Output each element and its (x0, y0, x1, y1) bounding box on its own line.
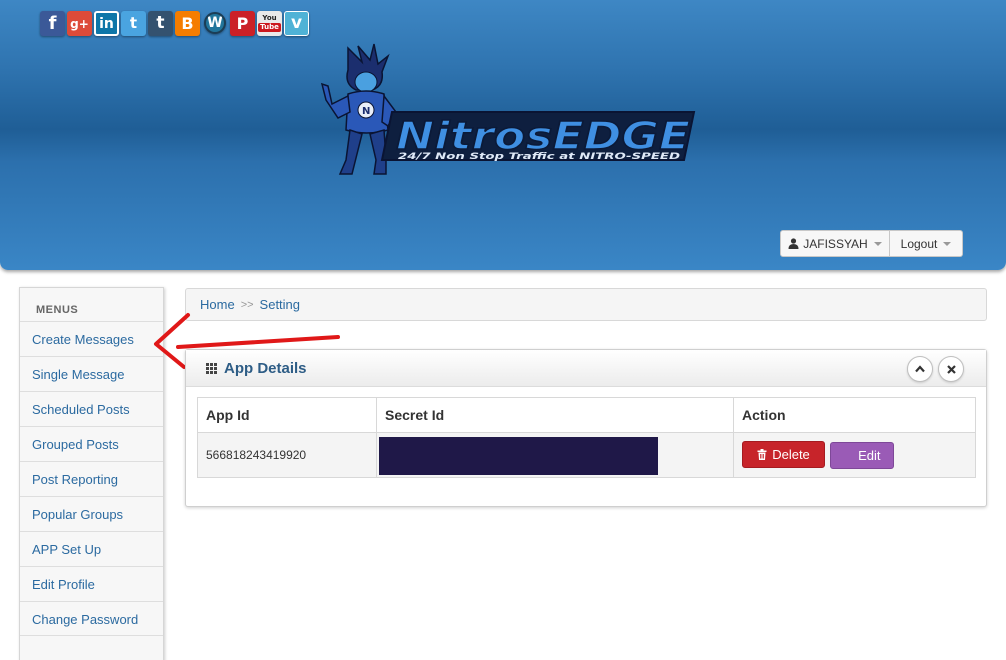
close-panel-button[interactable] (938, 356, 964, 382)
breadcrumb-separator: >> (240, 299, 254, 311)
vimeo-icon[interactable]: v (284, 11, 309, 36)
svg-text:24/7 Non Stop Traffic at NITRO: 24/7 Non Stop Traffic at NITRO-SPEED (398, 152, 681, 162)
collapse-button[interactable] (907, 356, 933, 382)
sidebar-item-scheduled-posts[interactable]: Scheduled Posts (20, 391, 163, 426)
table-row: 566818243419920 Delete Edit (197, 432, 976, 478)
sidebar-item-create-messages[interactable]: Create Messages (20, 321, 163, 356)
google-plus-icon[interactable]: g+ (67, 11, 92, 36)
app-details-panel: App Details App Id Secret Id Action 5668… (185, 349, 987, 507)
twitter-icon[interactable]: t (121, 11, 146, 36)
sidebar-item-grouped-posts[interactable]: Grouped Posts (20, 426, 163, 461)
sidebar-title: MENUS (36, 304, 79, 316)
column-header-secret-id: Secret Id (376, 397, 734, 433)
close-icon (946, 364, 956, 374)
edit-button[interactable]: Edit (830, 442, 895, 469)
chevron-down-icon (943, 241, 952, 246)
pinterest-icon[interactable]: P (230, 11, 255, 36)
user-icon (788, 238, 799, 249)
sidebar-item-edit-profile[interactable]: Edit Profile (20, 566, 163, 601)
linkedin-icon[interactable]: in (94, 11, 119, 36)
social-icons-bar: f g+ in t t B W P You Tube v (40, 11, 309, 36)
secret-id-redacted (379, 437, 658, 475)
username-label: JAFISSYAH (803, 236, 868, 251)
app-id-cell: 566818243419920 (197, 432, 377, 478)
tumblr-icon[interactable]: t (148, 11, 173, 36)
panel-title: App Details (224, 359, 307, 377)
delete-button[interactable]: Delete (742, 441, 825, 468)
sidebar-menu: MENUS Create Messages Single Message Sch… (19, 287, 164, 660)
sidebar-item-app-set-up[interactable]: APP Set Up (20, 531, 163, 566)
logo-wordmark: NitrosEDGE 24/7 Non Stop Traffic at NITR… (380, 111, 696, 162)
user-controls: JAFISSYAH Logout (780, 230, 963, 257)
grid-icon (206, 362, 217, 374)
sidebar-item-post-reporting[interactable]: Post Reporting (20, 461, 163, 496)
youtube-icon[interactable]: You Tube (257, 11, 282, 36)
user-dropdown-button[interactable]: JAFISSYAH (780, 230, 890, 257)
app-details-table: App Id Secret Id Action 566818243419920 (197, 397, 976, 478)
logout-label: Logout (900, 236, 938, 251)
breadcrumb: Home >> Setting (185, 288, 987, 321)
chevron-up-icon (915, 365, 925, 373)
wordpress-icon[interactable]: W (204, 12, 226, 34)
trash-icon (757, 449, 767, 460)
table-header-row: App Id Secret Id Action (197, 397, 976, 433)
svg-text:N: N (362, 106, 370, 117)
logout-dropdown-button[interactable]: Logout (890, 230, 963, 257)
secret-id-cell (376, 432, 734, 478)
breadcrumb-home-link[interactable]: Home (200, 297, 235, 320)
column-header-app-id: App Id (197, 397, 377, 433)
facebook-icon[interactable]: f (40, 11, 65, 36)
blogger-icon[interactable]: B (175, 11, 200, 36)
column-header-action: Action (733, 397, 976, 433)
chevron-down-icon (873, 241, 882, 246)
sidebar-item-change-password[interactable]: Change Password (20, 601, 163, 636)
delete-label: Delete (772, 447, 810, 462)
edit-label: Edit (858, 448, 881, 463)
sidebar-item-single-message[interactable]: Single Message (20, 356, 163, 391)
action-cell: Delete Edit (733, 432, 976, 478)
panel-header: App Details (186, 350, 986, 387)
sidebar-item-popular-groups[interactable]: Popular Groups (20, 496, 163, 531)
breadcrumb-current[interactable]: Setting (260, 297, 300, 320)
site-header: f g+ in t t B W P You Tube v N NitrosEDGE 24/7 Non… (0, 0, 1006, 270)
nitrosedge-logo: N NitrosEDGE 24/7 Non Stop Traffic at NI… (320, 43, 696, 175)
